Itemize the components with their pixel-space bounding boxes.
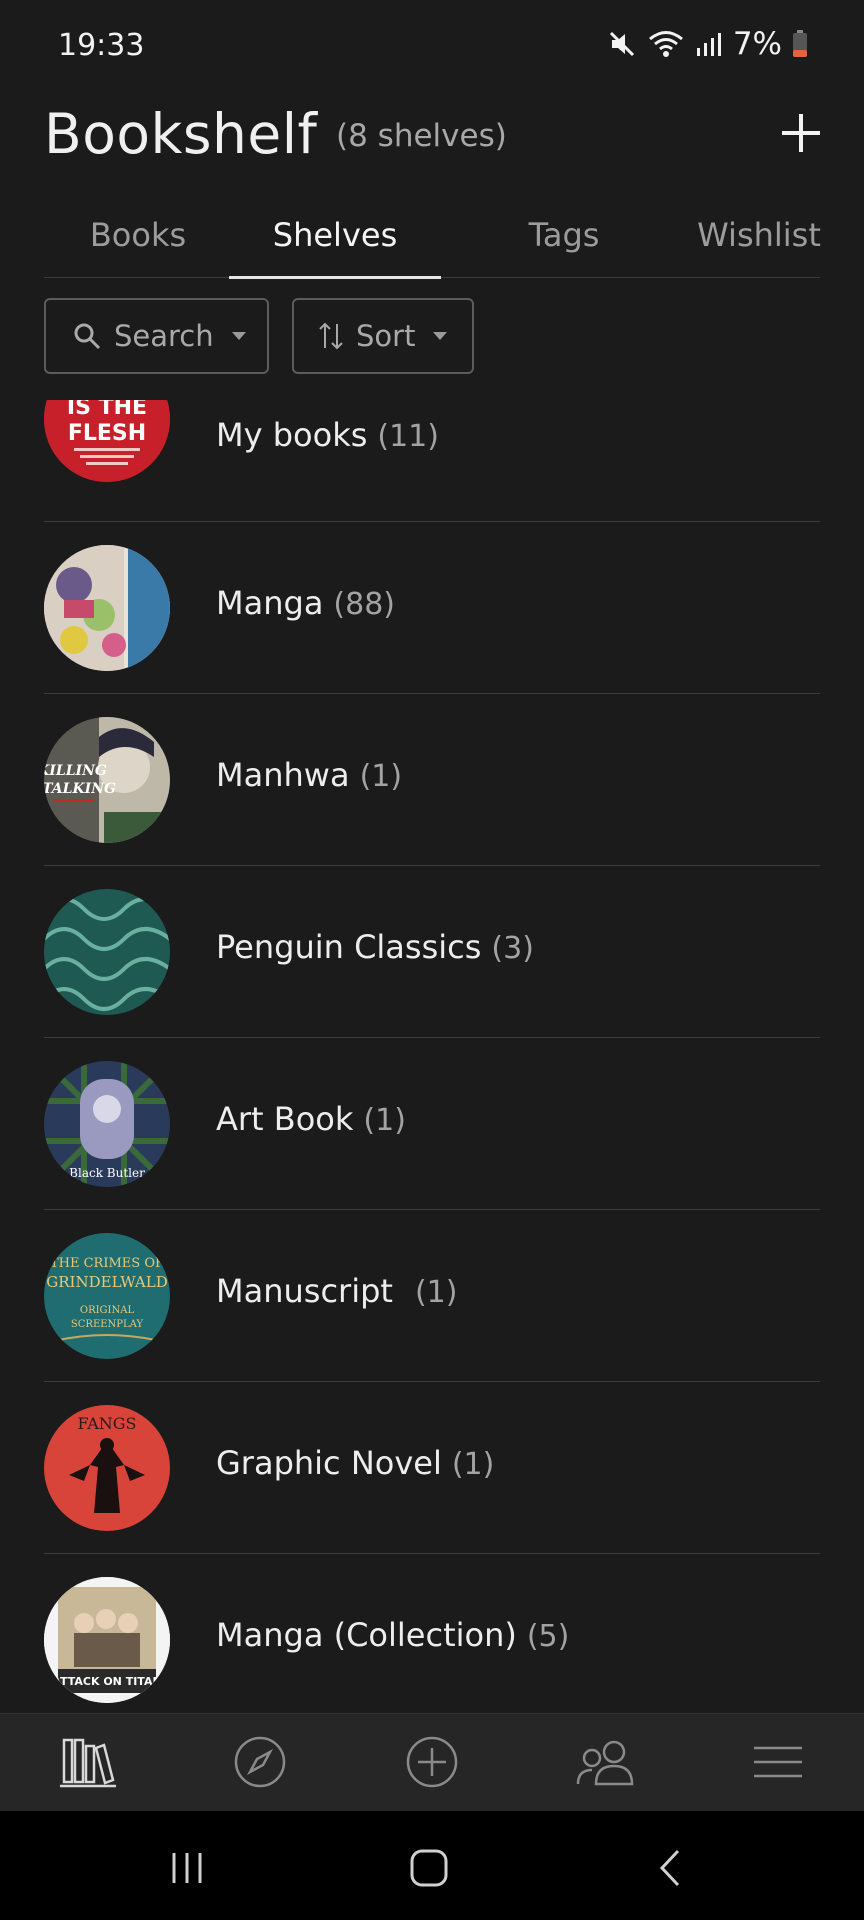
shelf-count-badge: (11) [377,419,439,454]
menu-icon[interactable] [748,1732,808,1792]
book-cover-image: KILLING STALKING [44,717,170,843]
book-cover-image: ATTACK ON TITAN [44,1577,170,1703]
shelf-title: My books [216,416,368,454]
shelf-name: Penguin Classics (3) [216,928,534,966]
status-bar: 19:33 7% [0,0,864,96]
book-cover-image: THE CRIMES OF GRINDELWALD ORIGINAL SCREE… [44,1233,170,1359]
shelf-row[interactable]: KILLING STALKING Manhwa (1) [44,694,820,866]
svg-text:ORIGINAL: ORIGINAL [80,1305,135,1316]
shelf-row[interactable]: THE CRIMES OF GRINDELWALD ORIGINAL SCREE… [44,1210,820,1382]
shelf-count-badge: (5) [526,1619,570,1654]
book-cover-image: IS THE FLESH [44,400,170,482]
book-cover-image: FANGS [44,1405,170,1531]
shelf-thumbnail [44,545,170,671]
sort-label: Sort [356,319,416,353]
shelf-count-badge: (1) [451,1447,495,1482]
add-circle-icon[interactable] [402,1732,462,1792]
shelf-title: Manhwa [216,756,350,794]
shelf-title: Penguin Classics [216,928,482,966]
shelf-name: Manhwa (1) [216,756,402,794]
sort-icon [319,322,343,350]
svg-text:STALKING: STALKING [44,781,116,797]
shelf-row[interactable]: Manga (88) [44,522,820,694]
shelf-list: IS THE FLESH My books (11) Manga (88) KI… [44,400,820,1710]
friends-icon[interactable] [574,1732,638,1792]
svg-text:IS THE: IS THE [67,400,147,420]
tab-tags[interactable]: Tags [484,216,644,254]
tab-wishlist[interactable]: Wishlist [664,216,854,254]
shelf-name: Manga (Collection) (5) [216,1616,569,1654]
shelf-count-badge: (1) [414,1275,458,1310]
chevron-down-icon [231,332,246,340]
shelf-thumbnail: KILLING STALKING [44,717,170,843]
shelf-row[interactable]: Penguin Classics (3) [44,866,820,1038]
shelf-count-badge: (1) [359,759,403,794]
compass-icon[interactable] [230,1732,290,1792]
search-label: Search [114,319,214,353]
sort-dropdown[interactable]: Sort [292,298,474,374]
active-tab-indicator [229,276,441,279]
back-icon[interactable] [646,1843,696,1893]
wifi-icon [648,31,683,57]
shelf-title: Art Book [216,1100,354,1138]
shelf-count: (8 shelves) [336,118,507,154]
shelf-name: Art Book (1) [216,1100,406,1138]
bookshelf-icon[interactable] [58,1732,118,1792]
shelf-row[interactable]: FANGS Graphic Novel (1) [44,1382,820,1554]
svg-text:KILLING: KILLING [44,763,107,779]
status-time: 19:33 [58,28,145,63]
shelf-name: Graphic Novel (1) [216,1444,494,1482]
home-icon[interactable] [404,1843,454,1893]
signal-icon [696,33,721,56]
shelf-count-badge: (88) [333,587,396,622]
bottom-nav [0,1713,864,1811]
svg-text:GRINDELWALD: GRINDELWALD [46,1273,167,1291]
tab-bar: Books Shelves Tags Wishlist [44,206,821,279]
shelf-name: Manuscript (1) [216,1272,457,1310]
add-shelf-button[interactable] [774,106,828,160]
mute-icon [609,31,634,57]
shelf-thumbnail: FANGS [44,1405,170,1531]
tab-shelves[interactable]: Shelves [229,216,441,254]
system-nav-bar [0,1811,864,1920]
shelf-name: My books (11) [216,416,439,454]
shelf-thumbnail: THE CRIMES OF GRINDELWALD ORIGINAL SCREE… [44,1233,170,1359]
shelf-title: Manga [216,584,324,622]
page-title: Bookshelf [44,102,318,166]
shelf-count-badge: (3) [491,931,534,966]
shelf-thumbnail: Black Butler [44,1061,170,1187]
svg-text:FLESH: FLESH [68,421,146,446]
shelf-name: Manga (88) [216,584,395,622]
svg-text:ATTACK ON TITAN: ATTACK ON TITAN [52,1675,161,1688]
book-cover-image [44,545,170,671]
shelf-row[interactable]: Black Butler Art Book (1) [44,1038,820,1210]
shelf-title: Manuscript [216,1272,393,1310]
battery-low-icon [793,30,807,57]
svg-text:THE CRIMES OF: THE CRIMES OF [50,1256,164,1271]
tab-books[interactable]: Books [88,216,188,254]
svg-text:SCREENPLAY: SCREENPLAY [71,1319,144,1330]
shelf-row[interactable]: ATTACK ON TITAN Manga (Collection) (5) [44,1554,820,1710]
shelf-count-badge: (1) [363,1103,406,1138]
search-icon [74,323,101,350]
battery-percent: 7% [732,26,782,62]
chevron-down-icon [433,332,448,340]
shelf-thumbnail: ATTACK ON TITAN [44,1577,170,1703]
shelf-title: Manga (Collection) [216,1616,517,1654]
svg-text:Black Butler: Black Butler [69,1166,145,1180]
book-cover-image: Black Butler [44,1061,170,1187]
recents-icon[interactable] [162,1843,212,1893]
shelf-thumbnail [44,889,170,1015]
shelf-title: Graphic Novel [216,1444,442,1482]
shelf-thumbnail: IS THE FLESH [44,400,170,482]
shelf-row[interactable]: IS THE FLESH My books (11) [44,400,820,522]
search-dropdown[interactable]: Search [44,298,269,374]
book-cover-image [44,889,170,1015]
status-icons: 7% [607,26,808,62]
svg-text:FANGS: FANGS [77,1414,136,1433]
